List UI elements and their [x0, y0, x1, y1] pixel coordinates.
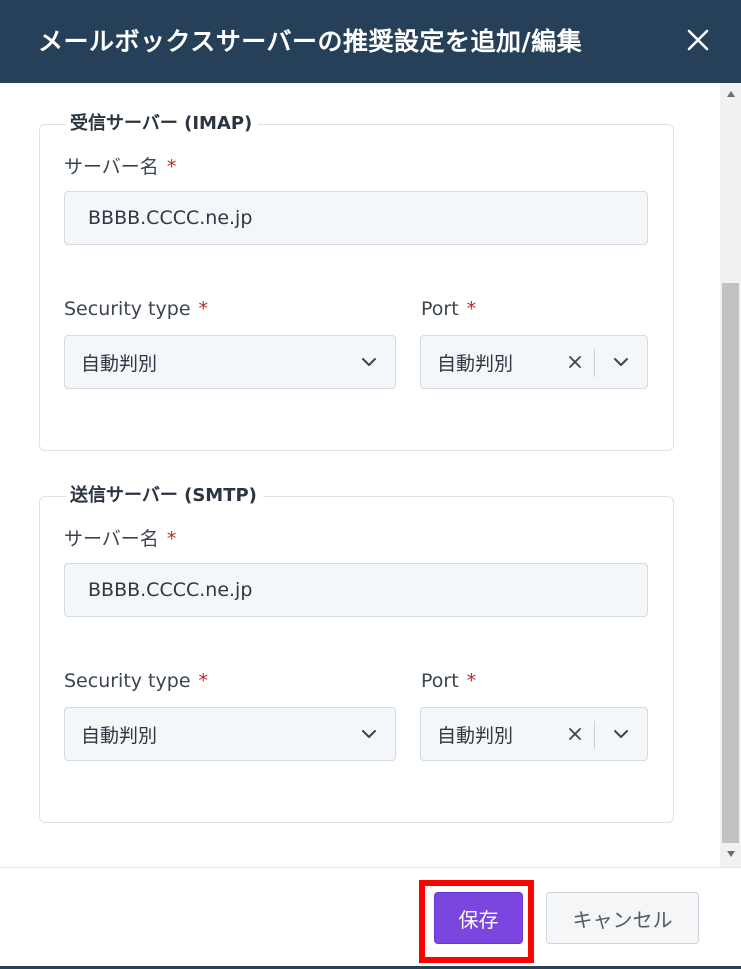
outgoing-server-name-input[interactable]: BBBB.CCCC.ne.jp — [64, 563, 648, 617]
select-divider — [594, 721, 595, 749]
scrollbar-thumb[interactable] — [722, 283, 739, 843]
incoming-security-type-value: 自動判別 — [81, 352, 158, 375]
incoming-server-legend: 受信サーバー (IMAP) — [66, 109, 259, 135]
required-marker: * — [466, 298, 477, 320]
scroll-up-arrow-icon[interactable] — [720, 85, 741, 103]
clear-icon[interactable] — [567, 354, 583, 370]
incoming-port-select[interactable]: 自動判別 — [420, 335, 648, 389]
outgoing-security-type-label: Security type * — [64, 670, 209, 692]
chevron-down-icon — [362, 358, 376, 366]
dialog-title: メールボックスサーバーの推奨設定を追加/編集 — [38, 27, 583, 56]
chevron-down-icon[interactable] — [613, 726, 629, 742]
incoming-security-type-select[interactable]: 自動判別 — [64, 335, 396, 389]
required-marker: * — [166, 528, 177, 550]
outgoing-server-name-label: サーバー名 * — [64, 528, 177, 550]
chevron-down-icon[interactable] — [613, 354, 629, 370]
outgoing-security-type-value: 自動判別 — [81, 724, 158, 747]
outgoing-server-legend: 送信サーバー (SMTP) — [66, 481, 263, 507]
outgoing-port-label: Port * — [421, 670, 477, 692]
cancel-button[interactable]: キャンセル — [546, 892, 699, 944]
incoming-port-value: 自動判別 — [437, 352, 514, 375]
outgoing-port-select[interactable]: 自動判別 — [420, 707, 648, 761]
scrollbar[interactable] — [720, 83, 741, 867]
incoming-security-type-label: Security type * — [64, 298, 209, 320]
scroll-down-arrow-icon[interactable] — [720, 845, 741, 863]
required-marker: * — [198, 670, 209, 692]
required-marker: * — [166, 156, 177, 178]
close-icon — [687, 29, 709, 51]
outgoing-port-value: 自動判別 — [437, 724, 514, 747]
required-marker: * — [466, 670, 477, 692]
chevron-down-icon — [362, 730, 376, 738]
required-marker: * — [198, 298, 209, 320]
dialog-header: メールボックスサーバーの推奨設定を追加/編集 — [0, 0, 741, 83]
clear-icon[interactable] — [567, 726, 583, 742]
select-divider — [594, 349, 595, 377]
incoming-server-name-label: サーバー名 * — [64, 156, 177, 178]
save-button[interactable]: 保存 — [434, 892, 523, 944]
incoming-server-name-value: BBBB.CCCC.ne.jp — [88, 207, 253, 229]
incoming-port-label: Port * — [421, 298, 477, 320]
incoming-server-name-input[interactable]: BBBB.CCCC.ne.jp — [64, 191, 648, 245]
close-button[interactable] — [680, 22, 716, 58]
outgoing-server-name-value: BBBB.CCCC.ne.jp — [88, 579, 253, 601]
outgoing-security-type-select[interactable]: 自動判別 — [64, 707, 396, 761]
